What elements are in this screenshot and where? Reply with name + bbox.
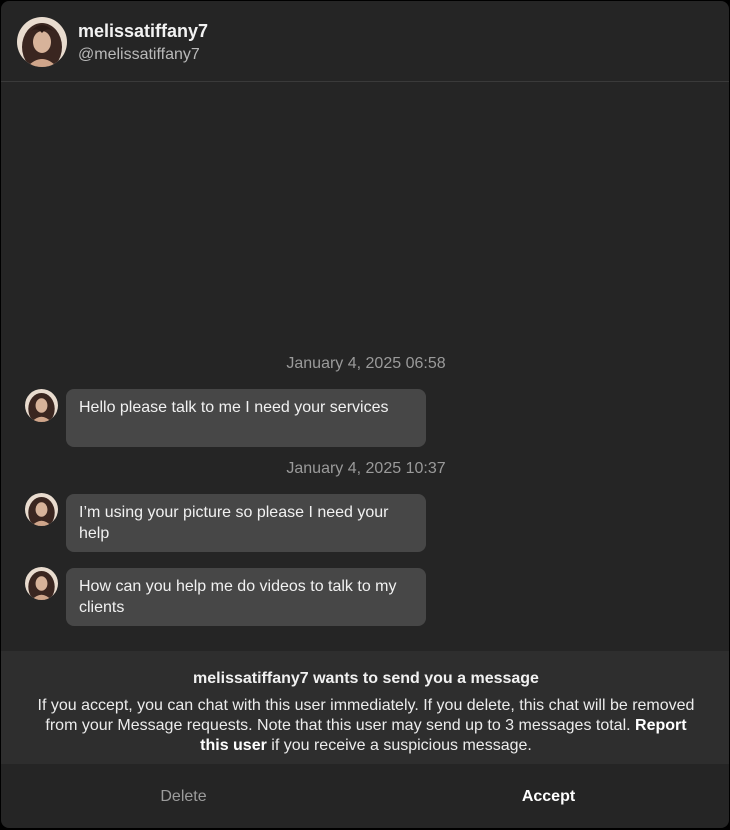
avatar[interactable]: [25, 567, 58, 600]
delete-button[interactable]: Delete: [1, 764, 366, 828]
profile-photo-icon: [25, 389, 58, 422]
chat-handle: @melissatiffany7: [78, 46, 200, 63]
profile-photo-icon: [25, 567, 58, 600]
message-timestamp: January 4, 2025 06:58: [286, 355, 446, 372]
chat-username[interactable]: melissatiffany7: [78, 21, 208, 42]
accept-button[interactable]: Accept: [366, 764, 729, 828]
profile-photo-icon: [25, 493, 58, 526]
request-body-text: If you accept, you can chat with this us…: [37, 697, 695, 734]
request-body-text: if you receive a suspicious message.: [266, 737, 532, 754]
message-bubble: How can you help me do videos to talk to…: [66, 568, 426, 626]
message-request-window: melissatiffany7 @melissatiffany7 January…: [1, 1, 729, 828]
avatar[interactable]: [17, 17, 67, 67]
message-timestamp: January 4, 2025 10:37: [286, 460, 446, 477]
avatar[interactable]: [25, 493, 58, 526]
request-title: melissatiffany7 wants to send you a mess…: [193, 670, 539, 687]
profile-photo-icon: [17, 17, 67, 67]
message-request-panel: melissatiffany7 wants to send you a mess…: [1, 651, 729, 764]
avatar[interactable]: [25, 389, 58, 422]
chat-header: melissatiffany7 @melissatiffany7: [1, 1, 729, 82]
message-bubble: Hello please talk to me I need your serv…: [66, 389, 426, 447]
request-description: If you accept, you can chat with this us…: [31, 696, 701, 756]
message-bubble: I’m using your picture so please I need …: [66, 494, 426, 552]
request-actions: Delete Accept: [1, 764, 729, 828]
